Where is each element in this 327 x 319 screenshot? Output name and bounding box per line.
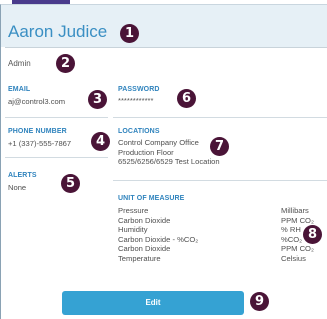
callout-badge: 6 bbox=[177, 89, 196, 108]
uom-row: Carbon Dioxide PPM CO₂ bbox=[118, 244, 318, 253]
phone-value: +1 (337)-555-7867 bbox=[8, 139, 72, 148]
uom-label: UNIT OF MEASURE bbox=[118, 195, 185, 202]
uom-measure-name: Pressure bbox=[118, 206, 149, 215]
password-value: ************ bbox=[118, 96, 154, 105]
uom-measure-unit: PPM CO₂ bbox=[281, 244, 314, 253]
user-name: Aaron Judice bbox=[8, 22, 108, 41]
location-item: 6525/6256/6529 Test Location bbox=[118, 157, 220, 166]
uom-measure-unit: PPM CO₂ bbox=[281, 215, 314, 225]
phone-label: PHONE NUMBER bbox=[8, 128, 67, 135]
callout-badge: 8 bbox=[303, 225, 322, 244]
password-divider bbox=[113, 117, 327, 118]
alerts-label: ALERTS bbox=[8, 172, 37, 179]
uom-row: Carbon Dioxide PPM CO₂ bbox=[118, 216, 318, 225]
email-label: EMAIL bbox=[8, 86, 31, 93]
header-divider bbox=[5, 47, 327, 48]
uom-measure-unit: % RH bbox=[281, 225, 301, 234]
uom-measure-unit: Millibars bbox=[281, 206, 309, 215]
location-item: Control Company Office bbox=[118, 138, 199, 147]
callout-badge: 4 bbox=[91, 132, 110, 151]
uom-measure-name: Humidity bbox=[118, 225, 148, 234]
locations-label: LOCATIONS bbox=[118, 128, 160, 135]
locations-divider bbox=[113, 180, 327, 181]
uom-measure-name: Carbon Dioxide bbox=[118, 215, 171, 225]
callout-badge: 2 bbox=[56, 54, 75, 73]
phone-divider bbox=[5, 157, 108, 158]
callout-badge: 9 bbox=[250, 292, 269, 311]
uom-measure-name: Carbon Dioxide bbox=[118, 244, 171, 253]
uom-row: Temperature Celsius bbox=[118, 254, 318, 263]
callout-badge: 7 bbox=[210, 137, 229, 156]
uom-measure-unit: %CO₂ bbox=[281, 234, 303, 244]
email-divider bbox=[5, 117, 108, 118]
callout-badge: 1 bbox=[120, 24, 139, 43]
user-role: Admin bbox=[8, 59, 31, 68]
callout-badge: 5 bbox=[61, 174, 80, 193]
alerts-value: None bbox=[8, 183, 27, 192]
uom-row: Humidity % RH bbox=[118, 225, 318, 234]
uom-row: Pressure Millibars bbox=[118, 206, 318, 215]
edit-button[interactable]: Edit bbox=[62, 291, 244, 315]
uom-measure-unit: Celsius bbox=[281, 253, 306, 263]
email-value: aj@control3.com bbox=[8, 97, 66, 106]
uom-row: Carbon Dioxide - %CO₂ %CO₂ bbox=[118, 235, 318, 244]
uom-measure-name: Carbon Dioxide - %CO₂ bbox=[118, 234, 199, 244]
uom-measure-name: Temperature bbox=[118, 253, 161, 263]
callout-badge: 3 bbox=[88, 90, 107, 109]
password-label: PASSWORD bbox=[118, 86, 160, 93]
location-item: Production Floor bbox=[118, 147, 174, 157]
